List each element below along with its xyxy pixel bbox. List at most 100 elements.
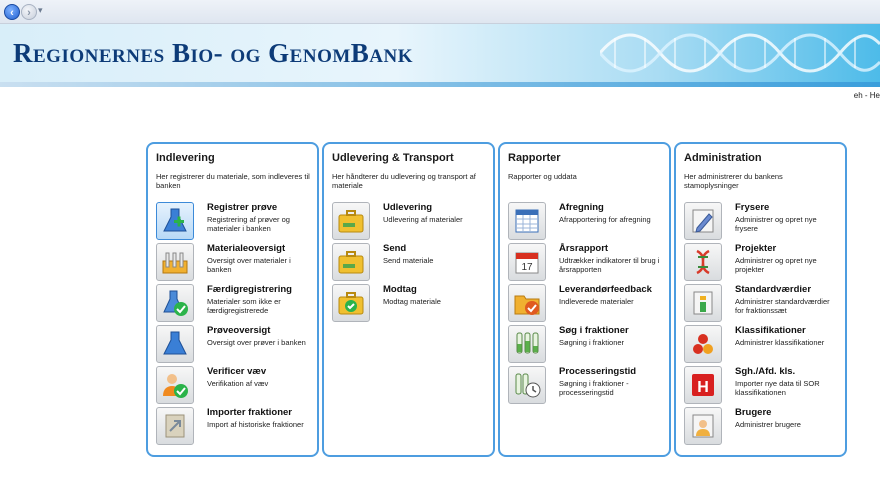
menu-item-description: Administrer standardværdier for fraktion… bbox=[735, 297, 830, 315]
menu-item-title[interactable]: Prøveoversigt bbox=[207, 325, 310, 336]
menu-item[interactable]: Afregning Afrapportering for afregning bbox=[508, 202, 662, 243]
spreadsheet-icon[interactable] bbox=[508, 202, 546, 240]
menu-item-text: Send Send materiale bbox=[383, 243, 486, 265]
menu-item-title[interactable]: Klassifikationer bbox=[735, 325, 838, 336]
browser-toolbar: ‹ › ▾ bbox=[0, 0, 880, 24]
menu-item[interactable]: H Sgh./Afd. kls. Importer nye data til SOR… bbox=[684, 366, 838, 407]
menu-item-text: Brugere Administrer brugere bbox=[735, 407, 838, 429]
briefcase-icon[interactable] bbox=[332, 243, 370, 281]
menu-item-title[interactable]: Modtag bbox=[383, 284, 486, 295]
calendar-icon[interactable]: 17 bbox=[508, 243, 546, 281]
menu-item-description: Oversigt over prøver i banken bbox=[207, 338, 306, 347]
menu-item-title[interactable]: Afregning bbox=[559, 202, 662, 213]
flask-plus-icon[interactable] bbox=[156, 202, 194, 240]
menu-item-title[interactable]: Leverandørfeedback bbox=[559, 284, 662, 295]
menu-item-title[interactable]: Send bbox=[383, 243, 486, 254]
menu-list: Afregning Afrapportering for afregning 17 Å… bbox=[508, 202, 662, 407]
menu-item-text: Årsrapport Udtrækker indikatorer til brug… bbox=[559, 243, 662, 274]
molecule-icon[interactable] bbox=[684, 325, 722, 363]
menu-item-text: Udlevering Udlevering af materialer bbox=[383, 202, 486, 224]
menu-item[interactable]: Registrer prøve Registrering af prøver og… bbox=[156, 202, 310, 243]
menu-item-text: Frysere Administrer og opret nye frysere bbox=[735, 202, 838, 233]
menu-item[interactable]: Klassifikationer Administrer klassifikati… bbox=[684, 325, 838, 366]
user-icon[interactable] bbox=[684, 407, 722, 445]
menu-item[interactable]: Brugere Administrer brugere bbox=[684, 407, 838, 448]
menu-item[interactable]: Prøveoversigt Oversigt over prøver i bank… bbox=[156, 325, 310, 366]
menu-item-title[interactable]: Standardværdier bbox=[735, 284, 838, 295]
menu-item-title[interactable]: Processeringstid bbox=[559, 366, 662, 377]
menu-item-title[interactable]: Brugere bbox=[735, 407, 838, 418]
menu-item-description: Send materiale bbox=[383, 256, 434, 265]
svg-text:H: H bbox=[697, 379, 709, 396]
menu-item[interactable]: Projekter Administrer og opret nye projek… bbox=[684, 243, 838, 284]
menu-item-title[interactable]: Materialeoversigt bbox=[207, 243, 310, 254]
pencil-icon[interactable] bbox=[684, 202, 722, 240]
menu-item-title[interactable]: Færdigregistrering bbox=[207, 284, 310, 295]
info-icon[interactable] bbox=[684, 284, 722, 322]
menu-item-title[interactable]: Verificer væv bbox=[207, 366, 310, 377]
menu-item-title[interactable]: Importer fraktioner bbox=[207, 407, 310, 418]
menu-item[interactable]: Udlevering Udlevering af materialer bbox=[332, 202, 486, 243]
panel-4: Administration Her administrerer du banke… bbox=[674, 142, 847, 457]
menu-item-title[interactable]: Frysere bbox=[735, 202, 838, 213]
briefcase-check-icon[interactable] bbox=[332, 284, 370, 322]
menu-item-title[interactable]: Projekter bbox=[735, 243, 838, 254]
menu-item[interactable]: Send Send materiale bbox=[332, 243, 486, 284]
menu-item-text: Leverandørfeedback Indleverede materialer bbox=[559, 284, 662, 306]
panel-description: Her administrerer du bankens stamoplysni… bbox=[684, 172, 783, 190]
menu-item-description: Importer nye data til SOR klassifikation… bbox=[735, 379, 820, 397]
menu-item-text: Prøveoversigt Oversigt over prøver i bank… bbox=[207, 325, 310, 347]
header-divider bbox=[0, 82, 880, 87]
menu-item[interactable]: Materialeoversigt Oversigt over materiale… bbox=[156, 243, 310, 284]
dna-icon[interactable] bbox=[684, 243, 722, 281]
test-tubes-icon[interactable] bbox=[508, 325, 546, 363]
menu-item[interactable]: Modtag Modtag materiale bbox=[332, 284, 486, 325]
menu-item-title[interactable]: Søg i fraktioner bbox=[559, 325, 662, 336]
menu-item-title[interactable]: Årsrapport bbox=[559, 243, 662, 254]
menu-item[interactable]: Søg i fraktioner Søgning i fraktioner bbox=[508, 325, 662, 366]
menu-list: Udlevering Udlevering af materialer Send Se… bbox=[332, 202, 486, 325]
menu-item-text: Afregning Afrapportering for afregning bbox=[559, 202, 662, 224]
forward-icon[interactable]: › bbox=[21, 4, 37, 20]
panel-title: Indlevering bbox=[156, 152, 215, 164]
test-tubes-clock-icon[interactable] bbox=[508, 366, 546, 404]
menu-item-description: Indleverede materialer bbox=[559, 297, 634, 306]
panel-title: Rapporter bbox=[508, 152, 561, 164]
briefcase-icon[interactable] bbox=[332, 202, 370, 240]
menu-item[interactable]: Verificer væv Verifikation af væv bbox=[156, 366, 310, 407]
import-icon[interactable] bbox=[156, 407, 194, 445]
menu-item[interactable]: Standardværdier Administrer standardværdi… bbox=[684, 284, 838, 325]
menu-item-description: Administrer og opret nye frysere bbox=[735, 215, 817, 233]
menu-item[interactable]: Leverandørfeedback Indleverede materialer bbox=[508, 284, 662, 325]
menu-item-text: Søg i fraktioner Søgning i fraktioner bbox=[559, 325, 662, 347]
flask-icon[interactable] bbox=[156, 325, 194, 363]
menu-item-title[interactable]: Udlevering bbox=[383, 202, 486, 213]
menu-item-title[interactable]: Registrer prøve bbox=[207, 202, 310, 213]
flask-check-icon[interactable] bbox=[156, 284, 194, 322]
menu-item-description: Modtag materiale bbox=[383, 297, 441, 306]
user-check-icon[interactable] bbox=[156, 366, 194, 404]
menu-item-text: Verificer væv Verifikation af væv bbox=[207, 366, 310, 388]
panel-description: Her registrerer du materiale, som indlev… bbox=[156, 172, 310, 190]
menu-item-description: Verifikation af væv bbox=[207, 379, 269, 388]
folder-check-icon[interactable] bbox=[508, 284, 546, 322]
menu-item[interactable]: Frysere Administrer og opret nye frysere bbox=[684, 202, 838, 243]
test-tube-rack-icon[interactable] bbox=[156, 243, 194, 281]
hospital-icon[interactable]: H bbox=[684, 366, 722, 404]
menu-item-title[interactable]: Sgh./Afd. kls. bbox=[735, 366, 838, 377]
menu-item-description: Administrer brugere bbox=[735, 420, 801, 429]
menu-item-description: Administrer og opret nye projekter bbox=[735, 256, 817, 274]
header-banner: Regionernes Bio- og GenomBank bbox=[0, 24, 880, 82]
menu-item-description: Udlevering af materialer bbox=[383, 215, 463, 224]
menu-item-description: Registrering af prøver og materialer i b… bbox=[207, 215, 290, 233]
menu-item[interactable]: Færdigregistrering Materialer som ikke er… bbox=[156, 284, 310, 325]
menu-item[interactable]: Processeringstid Søgning i fraktioner - p… bbox=[508, 366, 662, 407]
menu-item[interactable]: 17 Årsrapport Udtrækker indikatorer til br… bbox=[508, 243, 662, 284]
back-icon[interactable]: ‹ bbox=[4, 4, 20, 20]
menu-item-description: Oversigt over materialer i banken bbox=[207, 256, 291, 274]
menu-item-text: Registrer prøve Registrering af prøver og… bbox=[207, 202, 310, 233]
menu-item-text: Importer fraktioner Import af historiske … bbox=[207, 407, 310, 429]
menu-item[interactable]: Importer fraktioner Import af historiske … bbox=[156, 407, 310, 448]
panel-3: Rapporter Rapporter og uddata Afregning Afr… bbox=[498, 142, 671, 457]
history-dropdown-icon[interactable]: ▾ bbox=[38, 5, 43, 16]
